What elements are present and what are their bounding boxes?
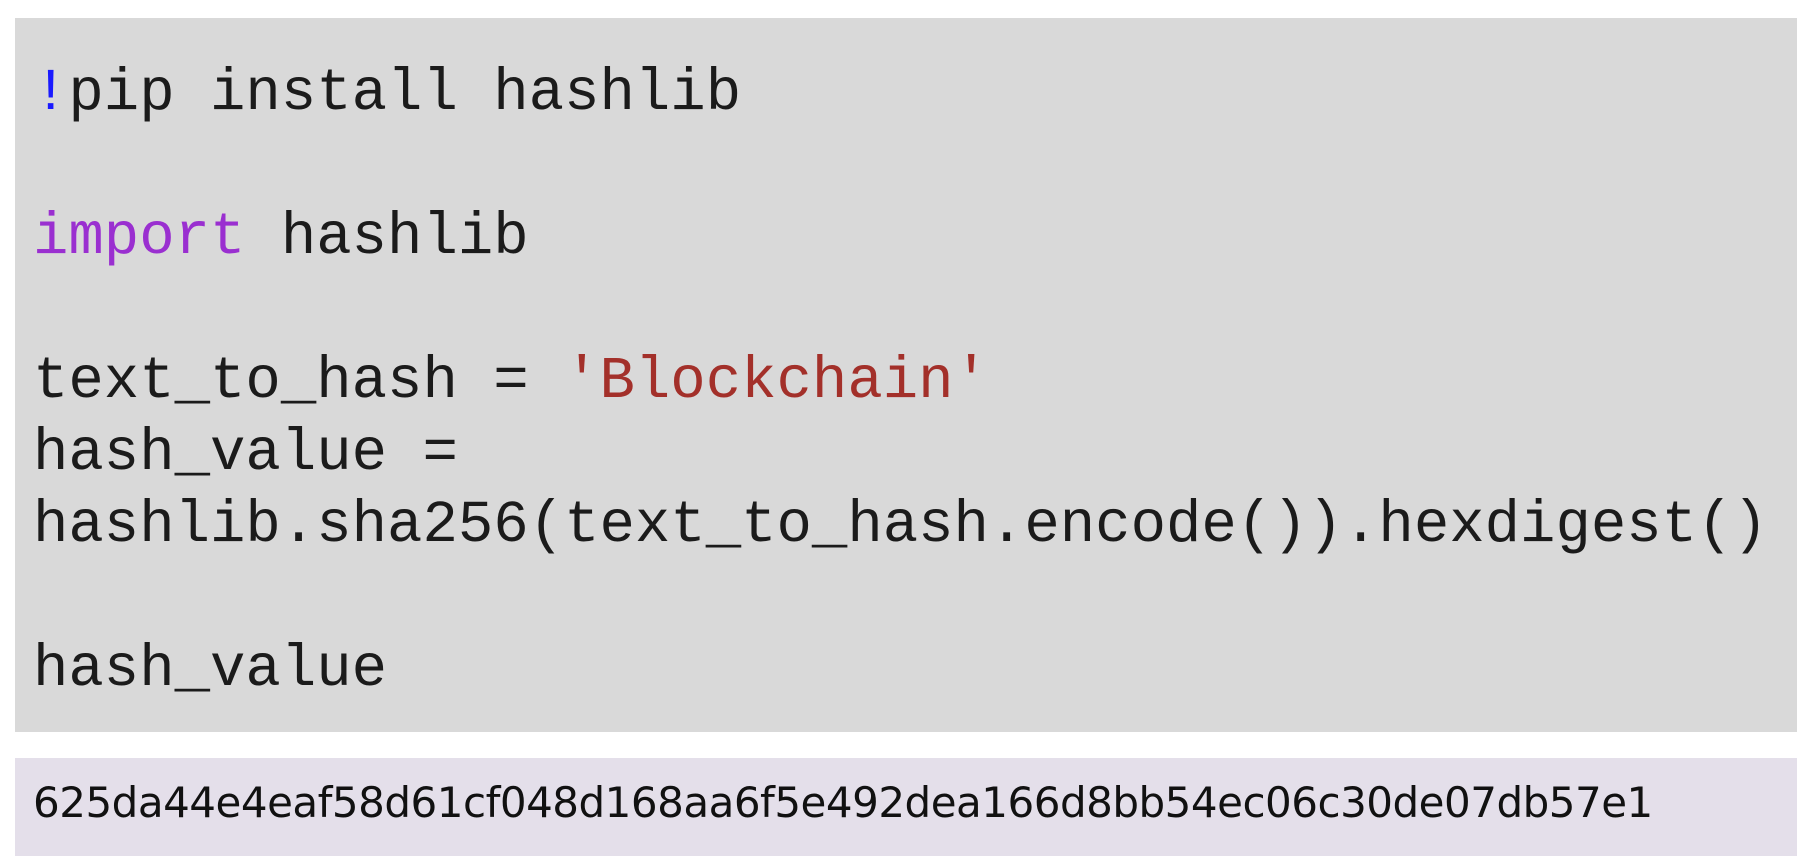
shell-bang-token: !	[33, 60, 69, 127]
assignment-lhs: text_to_hash =	[33, 348, 565, 415]
output-hash-text: 625da44e4eaf58d61cf048d168aa6f5e492dea16…	[33, 778, 1653, 827]
pip-command-text: pip install hashlib	[68, 60, 742, 127]
code-line-hash-assign: hash_value =	[33, 420, 458, 487]
code-line-hash-call: hashlib.sha256(text_to_hash.encode()).he…	[33, 492, 1768, 559]
import-keyword: import	[33, 204, 246, 271]
code-cell[interactable]: !pip install hashlib import hashlib text…	[15, 18, 1797, 732]
notebook: !pip install hashlib import hashlib text…	[15, 18, 1797, 856]
code-line-assignment: text_to_hash = 'Blockchain'	[33, 346, 1797, 418]
code-line-pip-install: !pip install hashlib	[33, 58, 1797, 130]
import-module-text: hashlib	[245, 204, 529, 271]
code-line-import: import hashlib	[33, 202, 1797, 274]
output-cell: 625da44e4eaf58d61cf048d168aa6f5e492dea16…	[15, 758, 1797, 856]
code-line-hash-value: hash_value	[33, 636, 388, 703]
string-literal: 'Blockchain'	[564, 348, 989, 415]
